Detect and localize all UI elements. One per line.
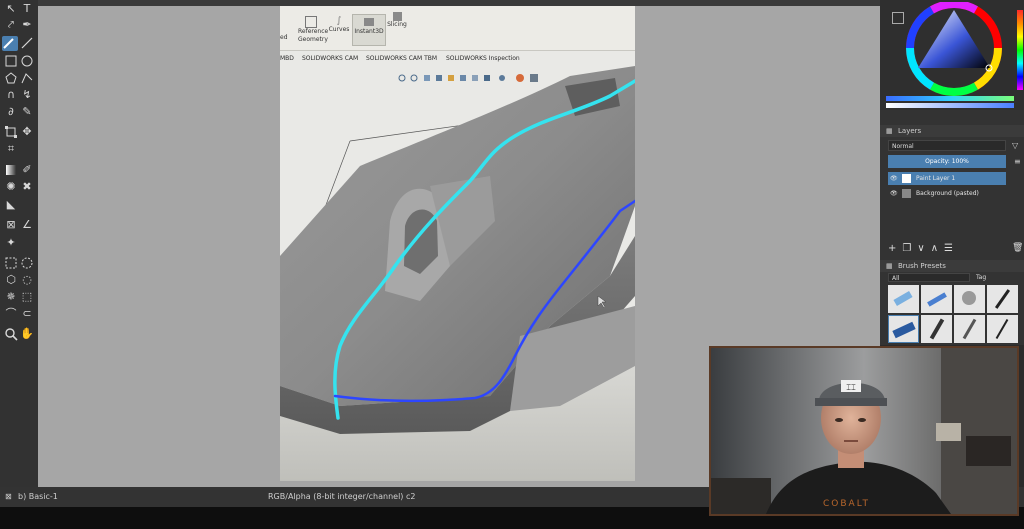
zoom-tool-icon[interactable] [4,327,18,341]
filter-icon[interactable]: ▽ [1012,140,1022,151]
layer-name: Paint Layer 1 [916,175,956,182]
advanced-color-selector[interactable] [880,0,1024,110]
cap-logo: ⌶⌶ [846,383,856,392]
brush-preset-grid [888,285,1024,345]
polyline-tool-icon[interactable] [20,71,34,85]
freehand-select-icon[interactable]: ◌ [20,273,34,287]
layer-thumbnail [902,189,911,198]
layer-properties-icon[interactable]: ☰ [944,243,959,254]
layer-thumbnail [902,174,911,183]
layers-header: ▦ Layers [880,125,1024,137]
right-dock: ▦ Layers Normal ▽ Opacity: 100% ≡ 👁 Pain… [880,0,1024,345]
scanned-part-illustration [280,66,635,481]
brush-preset-blender[interactable] [954,285,985,313]
pan-tool-icon[interactable]: ✋ [20,327,34,341]
calligraphy-icon[interactable]: ✒ [20,18,34,32]
bezier-tool-icon[interactable]: ∩ [4,88,18,102]
hue-slider[interactable] [886,96,1014,101]
tag-label: Tag [976,274,987,281]
fill-tool-icon[interactable]: ◣ [4,198,18,212]
polygon-select-icon[interactable]: ⬡ [4,273,18,287]
brush-preset-marker[interactable] [921,315,952,343]
brush-filter-select[interactable]: All [888,273,970,282]
similar-select-icon[interactable]: ⬚ [20,290,34,304]
delete-layer-icon[interactable]: 🗑 [1012,243,1023,255]
brush-preset-airbrush[interactable] [921,285,952,313]
layers-title: Layers [898,127,922,135]
opacity-slider[interactable]: Opacity: 100% [888,155,1006,168]
color-settings-icon[interactable] [892,12,904,24]
freehand-brush-icon[interactable] [2,36,18,51]
ellipse-tool-icon[interactable] [20,54,34,68]
move-up-icon[interactable]: ∧ [931,243,944,254]
brush-preset-pencil[interactable] [954,315,985,343]
add-layer-icon[interactable]: + [888,243,902,254]
ellipse-select-icon[interactable] [20,256,34,270]
select-shapes-icon[interactable]: ↖ [4,2,18,16]
blend-mode-select[interactable]: Normal [888,140,1006,151]
color-picker-icon[interactable]: ✐ [20,163,34,177]
color-history-strip[interactable] [1017,10,1023,90]
magnetic-select-icon[interactable]: ⊂ [20,307,34,321]
layer-menu-icon[interactable]: ≡ [1014,156,1022,167]
saturation-slider[interactable] [886,103,1014,108]
layer-row-background[interactable]: 👁 Background (pasted) [888,187,1006,200]
brush-presets-icon: ▦ [886,262,893,270]
layer-name: Background (pasted) [916,190,979,197]
crop-tool-icon[interactable]: ⌗ [4,142,18,156]
reference-photo[interactable]: ed Reference Geometry ∫ Curves Instant3D… [280,6,635,481]
brush-preset-eraser[interactable] [888,285,919,313]
layer-row-paint-layer-1[interactable]: 👁 Paint Layer 1 [888,172,1006,185]
edit-shapes-icon[interactable]: ⤤ [4,18,18,32]
rectangle-tool-icon[interactable] [4,54,18,68]
opacity-label: Opacity: 100% [925,158,969,165]
brush-preset-ink[interactable] [888,315,919,343]
eye-icon[interactable]: 👁 [890,187,898,200]
webcam-overlay: COBALT ⌶⌶ [709,346,1019,516]
freehand-path-icon[interactable]: ↯ [20,88,34,102]
dynamic-brush-icon[interactable]: ∂ [4,105,18,119]
move-down-icon[interactable]: ∨ [917,243,930,254]
brush-filter-value: All [892,275,900,282]
transform-tool-icon[interactable] [4,125,18,139]
rect-select-icon[interactable] [4,256,18,270]
text-tool-icon[interactable]: T [20,2,34,16]
brush-preset-status: b) Basic-1 [18,492,58,501]
toolbox: ↖ T ⤤ ✒ ∩ ↯ ∂ ✎ ✥ ⌗ ✐ ✺ ✖ ◣ ⊠ ∠ ✦ ⬡ ◌ ✵ … [0,0,38,487]
contiguous-select-icon[interactable]: ✵ [4,290,18,304]
svg-text:COBALT: COBALT [823,499,870,509]
webcam-person: COBALT ⌶⌶ [711,348,1017,514]
reference-tool-icon[interactable]: ✦ [4,236,18,250]
brush-presets-title: Brush Presets [898,262,946,270]
brush-preset-fineliner[interactable] [987,315,1018,343]
colorize-mask-icon[interactable]: ✺ [4,180,18,194]
eye-icon[interactable]: 👁 [890,172,898,185]
polygon-tool-icon[interactable] [4,71,18,85]
smart-patch-icon[interactable]: ✖ [20,180,34,194]
brush-status-icon: ⊠ [5,492,12,501]
color-wheel[interactable] [904,2,1014,98]
tag-selector[interactable]: Tag [976,273,1006,282]
measure-tool-icon[interactable]: ∠ [20,218,34,232]
multibrush-icon[interactable]: ✎ [20,105,34,119]
layers-icon: ▦ [886,127,893,135]
line-tool-icon[interactable] [20,36,34,50]
brush-presets-header: ▦ Brush Presets [880,260,1024,272]
color-space-status: RGB/Alpha (8-bit integer/channel) c2 [268,492,416,501]
duplicate-layer-icon[interactable]: ❐ [902,243,917,254]
bezier-select-icon[interactable]: ⌒ [4,307,18,321]
brush-preset-pen[interactable] [987,285,1018,313]
move-tool-icon[interactable]: ✥ [20,125,34,139]
layer-actions-bar: +❐∨∧☰ [888,243,1018,255]
blend-mode-value: Normal [892,143,914,150]
assistant-tool-icon[interactable]: ⊠ [4,218,18,232]
gradient-tool-icon[interactable] [4,163,18,177]
